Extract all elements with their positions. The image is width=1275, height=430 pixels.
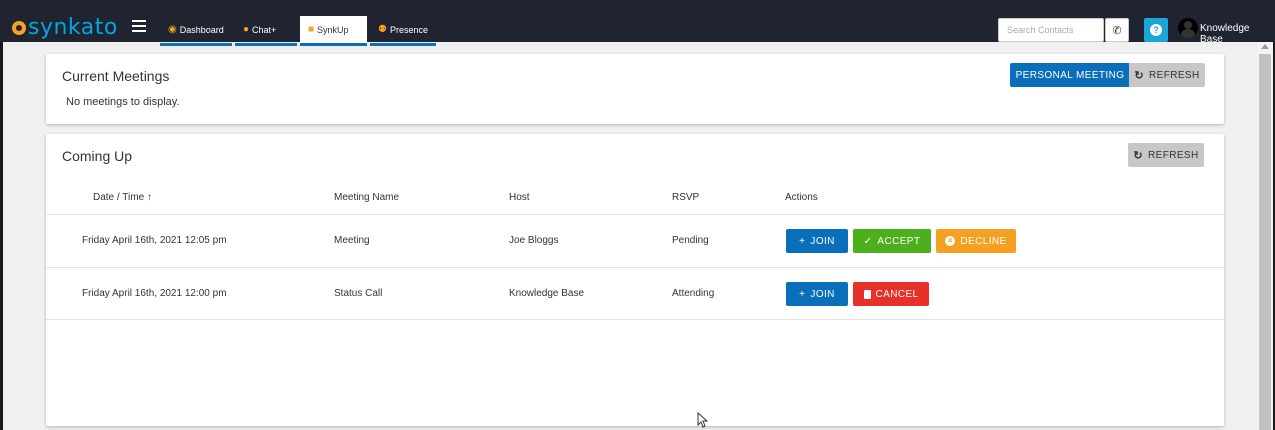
plus-icon: + (799, 288, 806, 300)
table-row: Friday April 16th, 2021 12:05 pm Meeting… (46, 214, 1224, 267)
tab-chat-label: Chat+ (252, 24, 277, 35)
phone-button[interactable]: ✆ (1105, 18, 1129, 42)
meeting-name: Status Call (334, 288, 383, 299)
user-avatar[interactable] (1178, 18, 1198, 38)
help-icon: ? (1150, 24, 1162, 36)
coming-up-card: Coming Up ↻ REFRESH Date / Time ↑ Meetin… (46, 134, 1224, 426)
refresh-icon: ↻ (1134, 69, 1145, 82)
check-icon: ✓ (863, 235, 873, 247)
tab-presence-label: Presence (389, 24, 428, 35)
tab-synkup[interactable]: ■ SynkUp (300, 16, 367, 46)
decline-label: DECLINE (960, 235, 1007, 247)
current-meetings-title: Current Meetings (62, 68, 170, 84)
personal-meeting-button[interactable]: PERSONAL MEETING (1010, 63, 1130, 87)
table-header: Date / Time ↑ Meeting Name Host RSVP Act… (46, 192, 1224, 214)
mouse-cursor-icon (697, 412, 709, 428)
column-header-actions: Actions (785, 192, 818, 203)
scroll-up-icon[interactable] (1261, 44, 1269, 49)
coming-up-title: Coming Up (62, 148, 133, 164)
accept-label: ACCEPT (877, 235, 921, 247)
scroll-thumb[interactable] (1259, 54, 1271, 430)
hamburger-menu-icon[interactable] (132, 20, 146, 34)
chat-icon: ● (243, 24, 250, 35)
plus-icon: + (799, 235, 806, 247)
trash-icon (863, 289, 871, 299)
tab-synkup-label: SynkUp (317, 24, 349, 35)
current-meetings-card: Current Meetings No meetings to display.… (46, 54, 1224, 124)
coming-refresh-button[interactable]: ↻ REFRESH (1128, 143, 1204, 167)
help-button[interactable]: ? (1144, 18, 1168, 42)
top-bar: synkato ◉ Dashboard ● Chat+ ■ SynkUp ⚉ P… (0, 0, 1275, 46)
logo-text: synkato (28, 15, 118, 40)
video-icon: ■ (308, 24, 315, 35)
decline-button[interactable]: × DECLINE (936, 229, 1016, 253)
logo-dot-icon (12, 21, 26, 35)
search-contacts-input[interactable] (998, 18, 1104, 42)
cancel-label: CANCEL (875, 288, 919, 300)
no-meetings-text: No meetings to display. (66, 96, 180, 108)
meeting-host: Knowledge Base (509, 288, 585, 299)
cancel-button[interactable]: CANCEL (853, 282, 929, 306)
table-row: Friday April 16th, 2021 12:00 pm Status … (46, 267, 1224, 320)
join-button[interactable]: + JOIN (786, 282, 848, 306)
current-refresh-button[interactable]: ↻ REFRESH (1129, 63, 1205, 87)
meeting-date: Friday April 16th, 2021 12:00 pm (82, 288, 227, 299)
coming-refresh-label: REFRESH (1148, 149, 1199, 161)
tab-chat[interactable]: ● Chat+ (235, 16, 297, 46)
meeting-host: Joe Bloggs (509, 235, 559, 246)
meeting-rsvp: Pending (672, 235, 709, 246)
join-label: JOIN (810, 235, 835, 247)
column-header-host[interactable]: Host (509, 192, 530, 203)
meeting-name: Meeting (334, 235, 370, 246)
personal-meeting-label: PERSONAL MEETING (1015, 69, 1125, 81)
meeting-rsvp: Attending (672, 288, 715, 299)
accept-button[interactable]: ✓ ACCEPT (853, 229, 931, 253)
current-refresh-label: REFRESH (1149, 69, 1200, 81)
phone-icon: ✆ (1112, 24, 1122, 37)
tab-dashboard[interactable]: ◉ Dashboard (160, 16, 232, 46)
synkato-logo[interactable]: synkato (12, 14, 118, 42)
refresh-icon: ↻ (1133, 149, 1144, 162)
scrollbar[interactable] (1257, 42, 1273, 430)
tab-dashboard-label: Dashboard (179, 24, 224, 35)
people-icon: ⚉ (378, 24, 387, 35)
column-header-rsvp[interactable]: RSVP (672, 192, 699, 203)
dashboard-icon: ◉ (168, 24, 177, 35)
tab-presence[interactable]: ⚉ Presence (370, 16, 436, 46)
close-circle-icon: × (945, 236, 956, 246)
column-header-date[interactable]: Date / Time ↑ (93, 192, 152, 203)
column-header-meeting-name[interactable]: Meeting Name (334, 192, 399, 203)
join-button[interactable]: + JOIN (786, 229, 848, 253)
join-label: JOIN (810, 288, 835, 300)
meeting-date: Friday April 16th, 2021 12:05 pm (82, 235, 227, 246)
